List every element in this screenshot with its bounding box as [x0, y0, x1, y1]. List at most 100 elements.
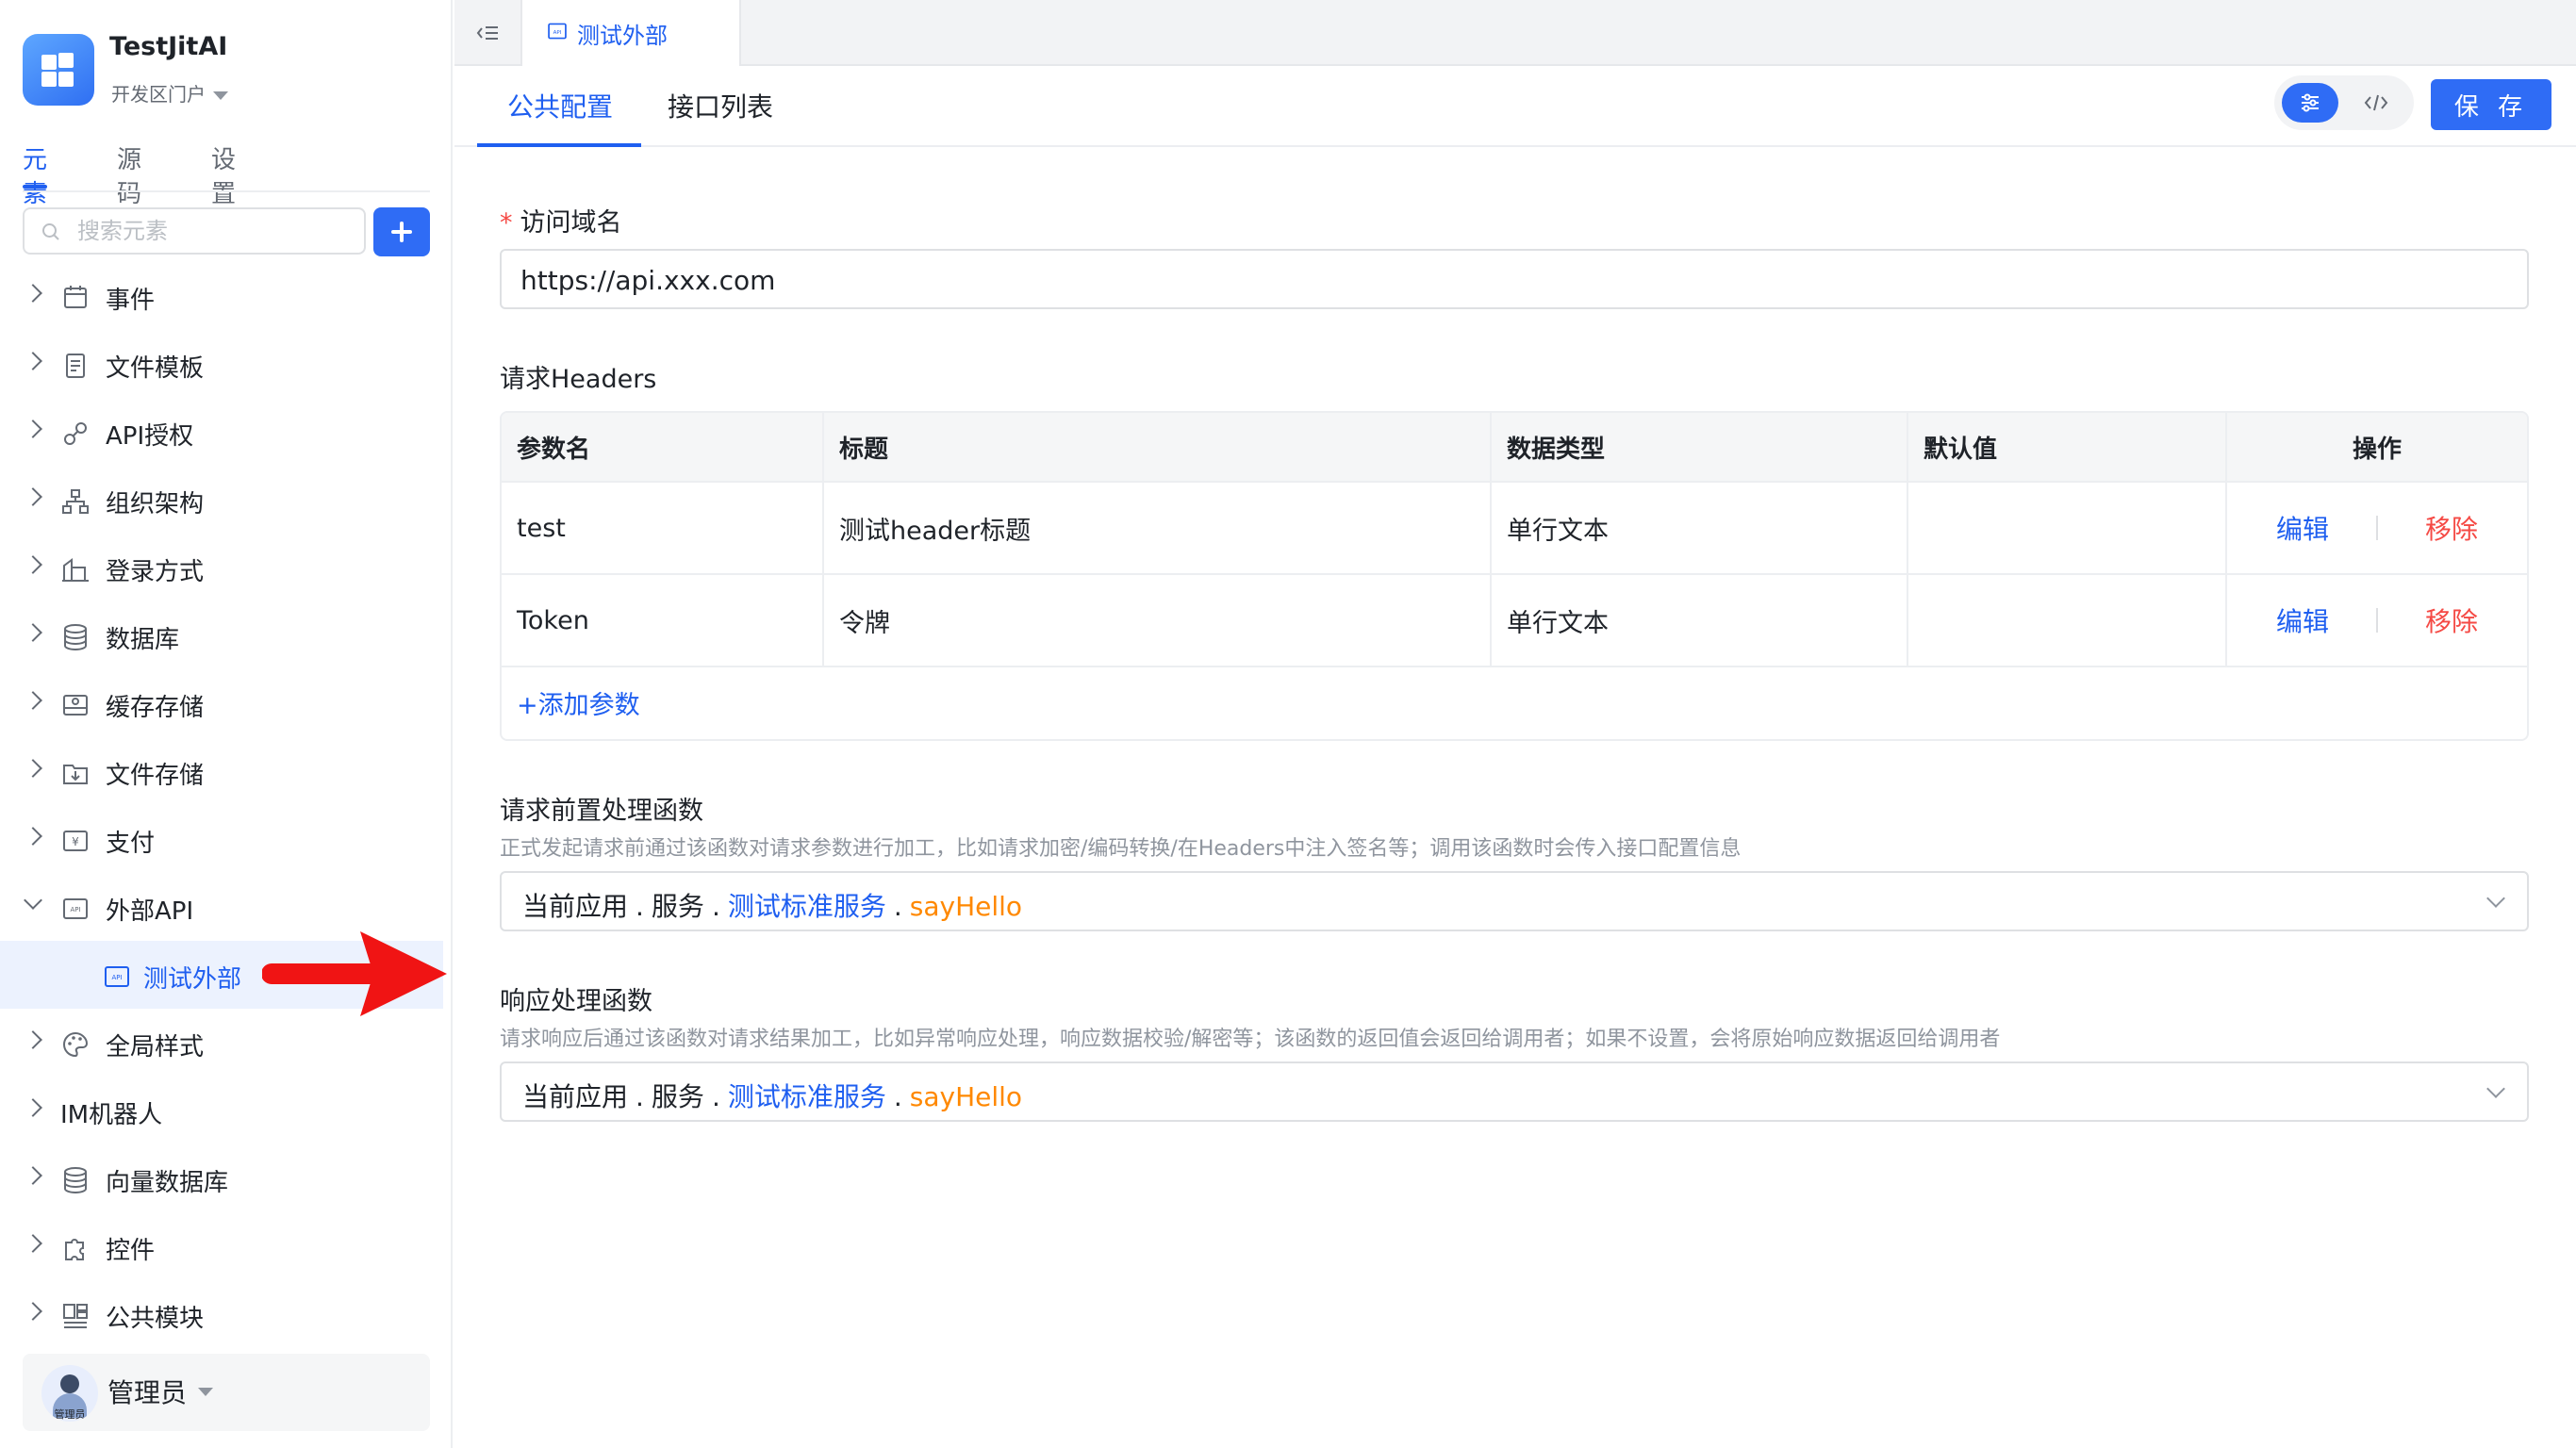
- chevron-right-icon[interactable]: [24, 1234, 42, 1253]
- sidebar-item-label: 公共模块: [106, 1305, 205, 1333]
- sidebar-item-im-bot[interactable]: IM机器人: [0, 1077, 443, 1144]
- sidebar-item-database[interactable]: 数据库: [0, 601, 443, 669]
- table-header-row: 参数名 标题 数据类型 默认值 操作: [502, 413, 2527, 483]
- sidebar-item-label: 支付: [106, 830, 156, 858]
- sidebar-item-vector-db[interactable]: 向量数据库: [0, 1144, 443, 1212]
- value-app: 当前应用: [522, 891, 629, 922]
- tab-settings[interactable]: 设置: [211, 143, 236, 208]
- chevron-right-icon[interactable]: [24, 352, 42, 370]
- sidebar-item-controls[interactable]: 控件: [0, 1212, 443, 1280]
- file-template-icon: [66, 354, 85, 378]
- value-service: 测试标准服务: [727, 891, 886, 922]
- chevron-right-icon[interactable]: [24, 284, 42, 303]
- tab-source[interactable]: 源码: [117, 143, 141, 208]
- puzzle-icon: [65, 1239, 84, 1260]
- sidebar-item-label: 外部API: [106, 897, 194, 926]
- sidebar-item-global-style[interactable]: 全局样式: [0, 1009, 443, 1077]
- code-mode-button[interactable]: [2348, 83, 2404, 123]
- sidebar-item-label: 缓存存储: [106, 694, 205, 722]
- headers-label: 请求Headers: [500, 365, 657, 394]
- chevron-down-icon: [2486, 1079, 2505, 1098]
- collapse-sidebar-icon[interactable]: [473, 19, 502, 47]
- sidebar-item-events[interactable]: 事件: [0, 262, 443, 330]
- column-header: 参数名: [502, 413, 824, 481]
- search-icon: [42, 223, 59, 240]
- edit-button[interactable]: 编辑: [2276, 509, 2329, 547]
- sidebar-item-login[interactable]: 登录方式: [0, 534, 443, 601]
- user-menu[interactable]: 管理员 管理员: [23, 1354, 430, 1431]
- sidebar-item-label: 组织架构: [106, 490, 205, 518]
- chevron-down-icon[interactable]: [24, 891, 42, 910]
- view-mode-toggle: [2274, 75, 2414, 130]
- pre-func-title: 请求前置处理函数: [500, 797, 703, 826]
- page-tab-test-external[interactable]: API 测试外部: [520, 0, 741, 66]
- sidebar-item-common-module[interactable]: 公共模块: [0, 1280, 443, 1348]
- cell-title: 令牌: [824, 575, 1492, 666]
- selected-value: 当前应用. 服务. 测试标准服务. sayHello: [522, 1081, 1023, 1112]
- value-method: sayHello: [909, 891, 1023, 922]
- tab-interface-list[interactable]: 接口列表: [668, 87, 773, 147]
- sidebar-item-label: API授权: [106, 422, 194, 451]
- domain-input[interactable]: [520, 264, 2501, 296]
- chevron-right-icon[interactable]: [24, 691, 42, 710]
- remove-button[interactable]: 移除: [2425, 509, 2478, 547]
- remove-button[interactable]: 移除: [2425, 601, 2478, 639]
- sidebar-item-label: 向量数据库: [106, 1169, 229, 1197]
- sidebar-item-cache[interactable]: 缓存存储: [0, 669, 443, 737]
- resp-func-select[interactable]: 当前应用. 服务. 测试标准服务. sayHello: [500, 1061, 2529, 1122]
- add-param-row: +添加参数: [502, 667, 2527, 739]
- chevron-right-icon[interactable]: [24, 1030, 42, 1049]
- pre-func-select[interactable]: 当前应用. 服务. 测试标准服务. sayHello: [500, 871, 2529, 931]
- payment-icon: ¥: [63, 831, 88, 851]
- column-header: 数据类型: [1492, 413, 1908, 481]
- chevron-right-icon[interactable]: [24, 759, 42, 778]
- sidebar-item-label: 文件存储: [106, 762, 205, 790]
- page-tab-label: 测试外部: [577, 23, 668, 49]
- column-header: 操作: [2352, 435, 2402, 464]
- value-service: 测试标准服务: [727, 1081, 886, 1112]
- sidebar-item-label: 数据库: [106, 626, 180, 654]
- sidebar-item-label: IM机器人: [60, 1101, 163, 1129]
- resp-func-title: 响应处理函数: [500, 987, 652, 1016]
- add-element-button[interactable]: [373, 207, 430, 256]
- chevron-right-icon[interactable]: [24, 827, 42, 846]
- sidebar-item-file-template[interactable]: 文件模板: [0, 330, 443, 398]
- portal-switcher[interactable]: 开发区门户: [111, 79, 228, 107]
- domain-label: * 访问域名: [500, 202, 622, 239]
- caret-down-icon: [198, 1388, 213, 1396]
- portal-name: 开发区门户: [111, 83, 206, 106]
- value-method: sayHello: [909, 1081, 1023, 1112]
- code-icon: [2364, 94, 2388, 111]
- sidebar-item-org[interactable]: 组织架构: [0, 466, 443, 534]
- app-name: TestJitAI: [109, 32, 228, 61]
- chevron-right-icon[interactable]: [24, 1098, 42, 1117]
- annotation-arrow: [262, 931, 447, 1016]
- cell-param-name: Token: [502, 575, 824, 666]
- search-input[interactable]: [77, 217, 351, 245]
- sidebar-item-label: 登录方式: [106, 558, 205, 586]
- chevron-right-icon[interactable]: [24, 555, 42, 574]
- app-logo[interactable]: [23, 34, 94, 106]
- user-name: 管理员: [107, 1377, 188, 1408]
- avatar-label: 管理员: [54, 1408, 86, 1421]
- pre-func-desc: 正式发起请求前通过该函数对请求参数进行加工，比如请求加密/编码转换/在Heade…: [500, 837, 1742, 861]
- chevron-right-icon[interactable]: [24, 487, 42, 506]
- tab-public-config[interactable]: 公共配置: [476, 87, 642, 147]
- edit-button[interactable]: 编辑: [2276, 601, 2329, 639]
- org-chart-icon: [62, 489, 89, 514]
- sidebar-item-file-storage[interactable]: 文件存储: [0, 737, 443, 805]
- visual-mode-button[interactable]: [2282, 83, 2338, 123]
- save-button[interactable]: 保 存: [2431, 79, 2551, 130]
- chevron-right-icon[interactable]: [24, 623, 42, 642]
- sidebar-item-payment[interactable]: ¥ 支付: [0, 805, 443, 873]
- sidebar-item-api-auth[interactable]: API授权: [0, 398, 443, 466]
- add-param-button[interactable]: +添加参数: [517, 684, 640, 721]
- table-row: test 测试header标题 单行文本 编辑 移除: [502, 483, 2527, 575]
- event-icon: [64, 286, 87, 308]
- tab-elements[interactable]: 元素: [23, 143, 48, 208]
- database-icon: [64, 1167, 87, 1193]
- chevron-right-icon[interactable]: [24, 1166, 42, 1185]
- chevron-right-icon[interactable]: [24, 420, 42, 438]
- page-tab-bar: API 测试外部: [454, 0, 2576, 66]
- chevron-right-icon[interactable]: [24, 1302, 42, 1321]
